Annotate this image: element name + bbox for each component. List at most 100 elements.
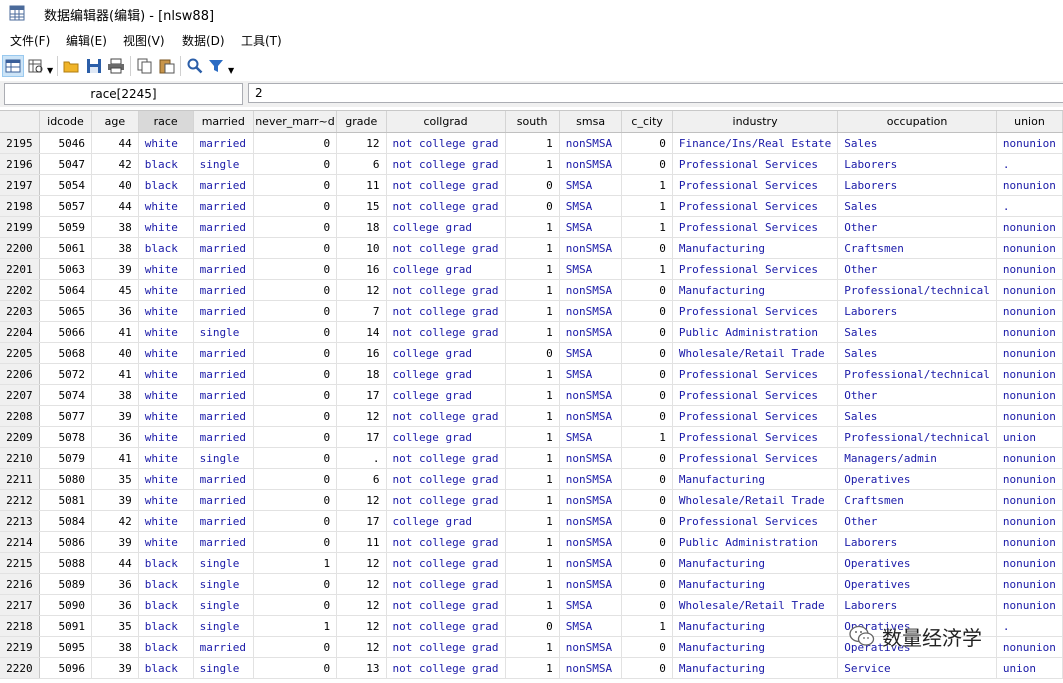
cell-never-marr-d[interactable]: 0 bbox=[253, 258, 338, 280]
cell-occupation[interactable]: Professional/technical bbox=[837, 363, 997, 385]
cell-union[interactable]: nonunion bbox=[996, 489, 1063, 511]
column-header-south[interactable]: south bbox=[505, 111, 560, 133]
chevron-down-icon[interactable]: ▼ bbox=[228, 66, 234, 75]
cell-age[interactable]: 38 bbox=[91, 216, 139, 238]
cell-c-city[interactable]: 1 bbox=[621, 174, 673, 196]
cell-union[interactable]: . bbox=[996, 195, 1063, 217]
cell-c-city[interactable]: 0 bbox=[621, 531, 673, 553]
cell-married[interactable]: single bbox=[193, 615, 254, 637]
cell-never-marr-d[interactable]: 0 bbox=[253, 531, 338, 553]
cell-industry[interactable]: Manufacturing bbox=[672, 615, 839, 637]
cell-occupation[interactable]: Other bbox=[837, 258, 997, 280]
column-header-age[interactable]: age bbox=[91, 111, 139, 133]
column-header-never-marr-d[interactable]: never_marr~d bbox=[253, 111, 338, 133]
cell-south[interactable]: 1 bbox=[505, 405, 560, 427]
cell-race[interactable]: white bbox=[138, 342, 194, 364]
cell-c-city[interactable]: 0 bbox=[621, 489, 673, 511]
cell-c-city[interactable]: 0 bbox=[621, 510, 673, 532]
cell-industry[interactable]: Manufacturing bbox=[672, 657, 839, 679]
cell-collgrad[interactable]: not college grad bbox=[386, 594, 506, 616]
cell-union[interactable]: nonunion bbox=[996, 468, 1063, 490]
cell-race[interactable]: black bbox=[138, 615, 194, 637]
cell-married[interactable]: single bbox=[193, 447, 254, 469]
cell-race[interactable]: black bbox=[138, 174, 194, 196]
column-header-industry[interactable]: industry bbox=[672, 111, 839, 133]
row-number[interactable]: 2212 bbox=[0, 489, 40, 511]
menu-edit[interactable]: 编辑(E) bbox=[66, 32, 107, 49]
cell-industry[interactable]: Professional Services bbox=[672, 174, 839, 196]
cell-south[interactable]: 1 bbox=[505, 237, 560, 259]
cell-idcode[interactable]: 5054 bbox=[39, 174, 93, 196]
cell-south[interactable]: 1 bbox=[505, 279, 560, 301]
cell-union[interactable]: nonunion bbox=[996, 531, 1063, 553]
cell-race[interactable]: white bbox=[138, 468, 194, 490]
cell-union[interactable]: nonunion bbox=[996, 636, 1063, 658]
cell-occupation[interactable]: Sales bbox=[837, 195, 997, 217]
cell-union[interactable]: nonunion bbox=[996, 279, 1063, 301]
paste-button[interactable] bbox=[156, 55, 178, 77]
cell-collgrad[interactable]: college grad bbox=[386, 426, 506, 448]
cell-age[interactable]: 39 bbox=[91, 405, 139, 427]
cell-never-marr-d[interactable]: 0 bbox=[253, 426, 338, 448]
cell-c-city[interactable]: 1 bbox=[621, 258, 673, 280]
cell-age[interactable]: 35 bbox=[91, 468, 139, 490]
cell-occupation[interactable]: Sales bbox=[837, 321, 997, 343]
cell-idcode[interactable]: 5089 bbox=[39, 573, 93, 595]
column-header-union[interactable]: union bbox=[996, 111, 1063, 133]
cell-race[interactable]: white bbox=[138, 321, 194, 343]
cell-married[interactable]: married bbox=[193, 531, 254, 553]
cell-c-city[interactable]: 0 bbox=[621, 573, 673, 595]
cell-grade[interactable]: 11 bbox=[336, 174, 387, 196]
row-number[interactable]: 2196 bbox=[0, 153, 40, 175]
row-number[interactable]: 2215 bbox=[0, 552, 40, 574]
cell-occupation[interactable]: Sales bbox=[837, 132, 997, 154]
cell-married[interactable]: married bbox=[193, 510, 254, 532]
cell-idcode[interactable]: 5074 bbox=[39, 384, 93, 406]
cell-married[interactable]: married bbox=[193, 174, 254, 196]
cell-race[interactable]: black bbox=[138, 594, 194, 616]
cell-south[interactable]: 1 bbox=[505, 447, 560, 469]
cell-collgrad[interactable]: college grad bbox=[386, 342, 506, 364]
table-row[interactable]: 2201 5063 39 white married 0 16 college grad 1 SM… bbox=[0, 258, 1063, 280]
cell-south[interactable]: 1 bbox=[505, 636, 560, 658]
cell-married[interactable]: single bbox=[193, 594, 254, 616]
cell-c-city[interactable]: 0 bbox=[621, 153, 673, 175]
table-row[interactable]: 2197 5054 40 black married 0 11 not college gra… bbox=[0, 174, 1063, 196]
cell-age[interactable]: 38 bbox=[91, 384, 139, 406]
table-row[interactable]: 2195 5046 44 white married 0 12 not college gra… bbox=[0, 132, 1063, 154]
cell-collgrad[interactable]: not college grad bbox=[386, 132, 506, 154]
cell-race[interactable]: white bbox=[138, 363, 194, 385]
cell-south[interactable]: 1 bbox=[505, 573, 560, 595]
row-number[interactable]: 2199 bbox=[0, 216, 40, 238]
table-row[interactable]: 2207 5074 38 white married 0 17 college grad 1 no… bbox=[0, 384, 1063, 406]
cell-occupation[interactable]: Other bbox=[837, 510, 997, 532]
cell-never-marr-d[interactable]: 0 bbox=[253, 153, 338, 175]
cell-union[interactable]: nonunion bbox=[996, 321, 1063, 343]
cell-married[interactable]: single bbox=[193, 657, 254, 679]
cell-never-marr-d[interactable]: 0 bbox=[253, 468, 338, 490]
table-row[interactable]: 2208 5077 39 white married 0 12 not college gra… bbox=[0, 405, 1063, 427]
row-number[interactable]: 2207 bbox=[0, 384, 40, 406]
cell-occupation[interactable]: Professional/technical bbox=[837, 426, 997, 448]
cell-race[interactable]: white bbox=[138, 216, 194, 238]
table-row[interactable]: 2199 5059 38 white married 0 18 college grad 1 SM… bbox=[0, 216, 1063, 238]
cell-c-city[interactable]: 0 bbox=[621, 552, 673, 574]
cell-smsa[interactable]: SMSA bbox=[559, 342, 623, 364]
cell-industry[interactable]: Professional Services bbox=[672, 300, 839, 322]
cell-collgrad[interactable]: not college grad bbox=[386, 573, 506, 595]
cell-married[interactable]: married bbox=[193, 384, 254, 406]
cell-south[interactable]: 1 bbox=[505, 132, 560, 154]
cell-c-city[interactable]: 1 bbox=[621, 216, 673, 238]
cell-c-city[interactable]: 1 bbox=[621, 615, 673, 637]
table-row[interactable]: 2209 5078 36 white married 0 17 college grad 1 SM… bbox=[0, 426, 1063, 448]
row-number[interactable]: 2195 bbox=[0, 132, 40, 154]
data-grid[interactable]: idcode age race married never_marr~d grade col… bbox=[0, 110, 1063, 683]
cell-idcode[interactable]: 5068 bbox=[39, 342, 93, 364]
cell-never-marr-d[interactable]: 0 bbox=[253, 195, 338, 217]
cell-age[interactable]: 44 bbox=[91, 132, 139, 154]
cell-collgrad[interactable]: not college grad bbox=[386, 174, 506, 196]
cell-grade[interactable]: 12 bbox=[336, 132, 387, 154]
cell-race[interactable]: white bbox=[138, 384, 194, 406]
cell-industry[interactable]: Manufacturing bbox=[672, 636, 839, 658]
cell-married[interactable]: married bbox=[193, 237, 254, 259]
